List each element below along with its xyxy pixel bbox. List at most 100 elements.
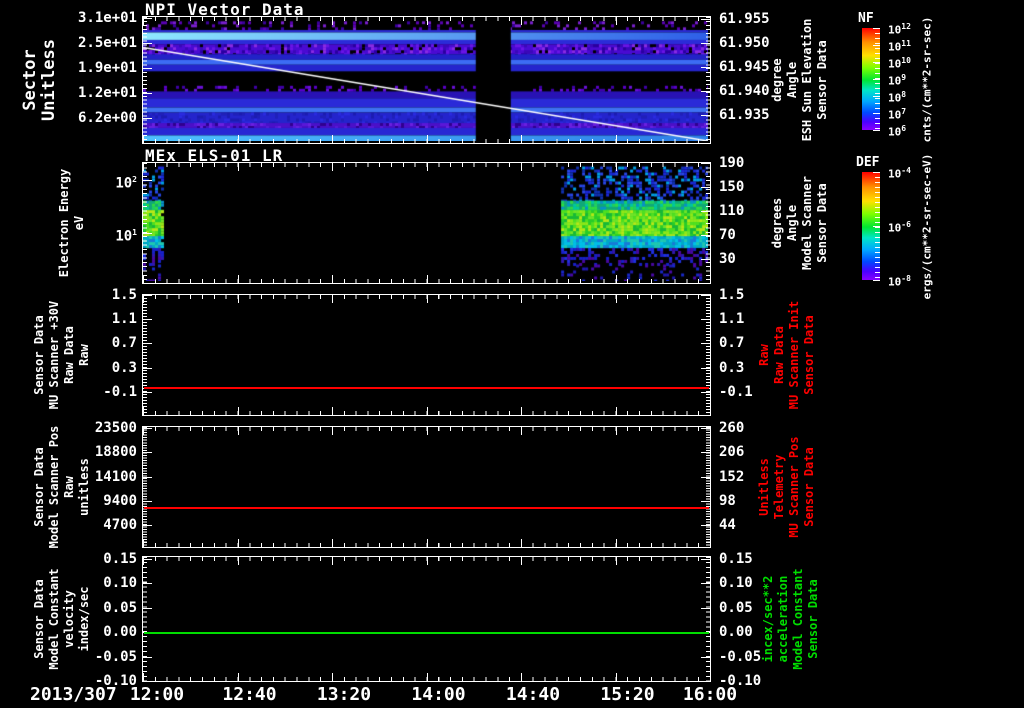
ytick-label-left: 1.9e+01 xyxy=(77,60,137,77)
major-xtick-bottom xyxy=(615,407,617,415)
panel-2-frame xyxy=(142,294,711,416)
time-tick-label: 12:40 xyxy=(222,684,277,705)
major-ytick-right xyxy=(701,656,710,658)
major-ytick-right xyxy=(701,187,710,188)
ytick-label-right: 61.955 xyxy=(719,11,770,28)
colorbar-major-tick xyxy=(873,45,880,46)
axis-label-line: index/sec xyxy=(77,586,91,652)
colorbar-tick-label: 107 xyxy=(888,107,907,122)
major-xtick-top xyxy=(143,163,144,171)
major-xtick-bottom xyxy=(237,673,239,681)
major-xtick-bottom xyxy=(143,135,144,143)
exponent: 6 xyxy=(901,124,907,133)
major-ytick-left xyxy=(143,452,152,454)
major-ytick-right xyxy=(701,295,710,296)
axis-label-line: Angle xyxy=(785,61,799,99)
ytick-label-right: 150 xyxy=(719,179,745,195)
axis-label-line: Sensor Data xyxy=(815,40,829,120)
colorbar-major-tick xyxy=(873,62,880,63)
major-xtick-bottom xyxy=(332,407,333,415)
axis-label-line: Angle xyxy=(785,204,799,242)
major-xtick-bottom xyxy=(521,673,522,681)
ytick-label-left: 3.1e+01 xyxy=(77,10,137,27)
colorbar-major-tick xyxy=(873,226,880,227)
colorbar-major-tick xyxy=(873,28,880,29)
major-xtick-bottom xyxy=(615,135,617,143)
panel-right-axis-label: Sensor Data Model Constant acceleration inc… xyxy=(761,532,821,706)
axis-label-line: Sensor Data xyxy=(806,579,820,659)
exponent: 10 xyxy=(901,56,911,65)
major-ytick-right xyxy=(701,42,710,44)
ytick-label-right: 152 xyxy=(719,469,745,486)
major-ytick-right xyxy=(701,501,710,503)
major-xtick-bottom xyxy=(143,407,144,415)
major-xtick-top xyxy=(710,427,711,435)
axis-label-line: Sensor Data xyxy=(32,447,46,527)
minor-ticks-left xyxy=(143,427,147,547)
major-ytick-left xyxy=(143,525,152,527)
major-xtick-top xyxy=(710,295,711,303)
ytick-label-right: 30 xyxy=(719,251,736,267)
major-xtick-bottom xyxy=(710,539,711,547)
major-ytick-right xyxy=(701,681,710,682)
exponent: 7 xyxy=(901,107,907,116)
major-xtick-top xyxy=(521,163,522,171)
axis-label-line: Sensor Data xyxy=(32,579,46,659)
major-xtick-top xyxy=(237,295,239,303)
axis-label-line: eV xyxy=(72,215,86,231)
major-xtick-bottom xyxy=(615,539,617,547)
panel-left-axis-label: Sensor Data Model Constant velocity index/s… xyxy=(32,532,92,706)
exponent: 9 xyxy=(901,73,907,82)
minor-ticks-left xyxy=(143,295,147,415)
axis-label-line: Sensor Data xyxy=(802,315,816,395)
ytick-label-right: 0.00 xyxy=(719,624,753,641)
ytick-label-right: 61.940 xyxy=(719,82,770,99)
ytick-label-right: -0.1 xyxy=(719,383,753,400)
major-xtick-bottom xyxy=(426,539,428,547)
colorbar-title: DEF xyxy=(856,155,880,170)
time-tick-label: 13:20 xyxy=(316,684,372,705)
major-ytick-right xyxy=(701,583,710,585)
time-tick-label: 14:40 xyxy=(505,684,561,705)
major-xtick-bottom xyxy=(710,407,711,415)
major-xtick-top xyxy=(615,17,617,25)
major-xtick-bottom xyxy=(237,135,239,143)
major-ytick-right xyxy=(701,115,710,117)
major-ytick-right xyxy=(701,607,710,609)
major-ytick-left xyxy=(143,428,152,430)
ytick-label-right: 98 xyxy=(719,493,736,510)
major-xtick-top xyxy=(237,557,239,565)
colorbar-major-tick xyxy=(873,79,880,80)
colorbar-units-text: cnts/(cm**2-sr-sec) xyxy=(920,16,934,143)
ytick-label-right: 0.15 xyxy=(719,550,753,567)
major-ytick-right xyxy=(701,235,710,236)
ytick-label-right: 61.935 xyxy=(719,107,770,124)
date-label: 2013/307 xyxy=(30,684,117,705)
minor-ticks-left xyxy=(143,557,147,681)
major-xtick-bottom xyxy=(426,275,428,283)
minor-ticks-right xyxy=(706,557,710,681)
axis-label-line: Sector xyxy=(20,49,40,111)
ytick-label-right: 70 xyxy=(719,227,736,243)
major-ytick-right xyxy=(701,19,710,21)
time-tick-label: 14:00 xyxy=(411,684,466,705)
major-xtick-top xyxy=(426,163,428,171)
major-ytick-right xyxy=(701,367,710,369)
time-tick-label: 15:20 xyxy=(600,684,655,705)
exponent: -8 xyxy=(901,274,911,283)
axis-label-line: Raw Data xyxy=(772,326,786,384)
major-xtick-top xyxy=(710,17,711,25)
axis-label-line: Sensor Data xyxy=(815,183,829,263)
major-xtick-top xyxy=(332,427,333,435)
colorbar-units-label: ergs/(cm**2-sr-sec-eV) xyxy=(920,137,935,317)
major-xtick-top xyxy=(615,295,617,303)
colorbar-title: NF xyxy=(858,11,874,26)
major-ytick-left xyxy=(143,607,152,609)
colorbar-tick-label: 108 xyxy=(888,90,907,105)
major-ytick-left xyxy=(143,343,152,344)
exponent: -4 xyxy=(901,166,911,175)
axis-label-line: Sensor Data xyxy=(802,447,816,527)
major-xtick-bottom xyxy=(521,539,522,547)
major-xtick-top xyxy=(521,295,522,303)
major-xtick-bottom xyxy=(521,275,522,283)
